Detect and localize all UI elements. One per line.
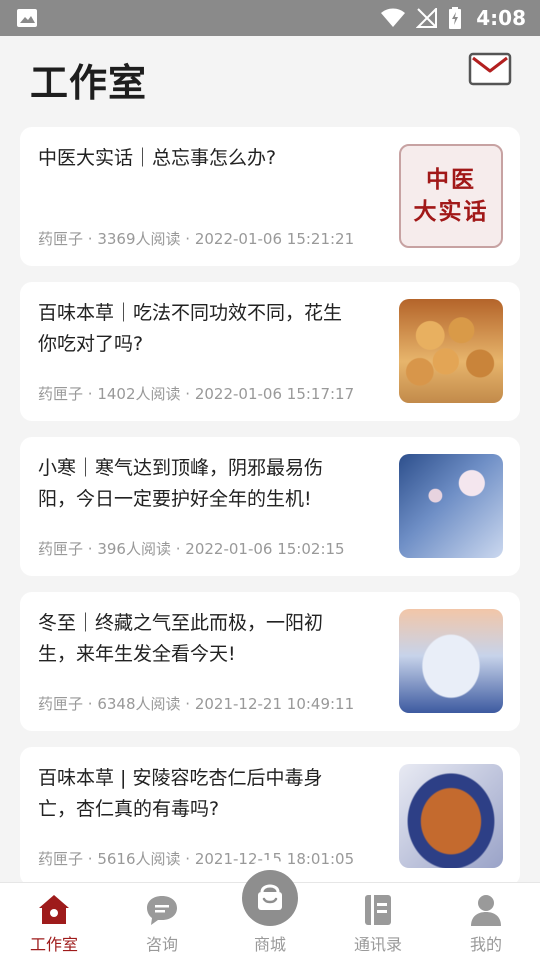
tab-label: 通讯录 bbox=[353, 935, 402, 954]
article-meta: 药匣子 · 396人阅读 · 2022-01-06 15:02:15 bbox=[38, 538, 345, 559]
tab-contacts[interactable]: 通讯录 bbox=[324, 883, 432, 960]
article-title: 小寒｜寒气达到顶峰，阴邪最易伤阳，今日一定要护好全年的生机! bbox=[38, 457, 324, 510]
thumbnail-text: 中医 大实话 bbox=[413, 166, 489, 225]
article-title: 中医大实话｜总忘事怎么办? bbox=[38, 147, 277, 169]
article-date: 2022-01-06 15:02:15 bbox=[185, 540, 345, 558]
article-reads: 6348人阅读 bbox=[97, 695, 181, 713]
article-title: 百味本草 | 安陵容吃杏仁后中毒身亡，杏仁真的有毒吗? bbox=[38, 767, 323, 820]
article-date: 2022-01-06 15:21:21 bbox=[194, 230, 355, 248]
tab-label: 我的 bbox=[469, 935, 502, 954]
article-author: 药匣子 bbox=[38, 850, 84, 868]
tab-label: 咨询 bbox=[145, 935, 178, 954]
no-signal-icon bbox=[416, 8, 438, 28]
article-thumbnail bbox=[399, 454, 503, 558]
article-author: 药匣子 bbox=[38, 230, 84, 248]
article-card[interactable]: 百味本草｜吃法不同功效不同，花生你吃对了吗? 药匣子 · 1402人阅读 · 2… bbox=[20, 282, 520, 421]
article-reads: 5616人阅读 bbox=[97, 850, 181, 868]
article-thumbnail: 中医 大实话 bbox=[399, 144, 503, 248]
meta-separator: · bbox=[180, 850, 195, 868]
meta-separator: · bbox=[180, 385, 195, 403]
meta-separator: · bbox=[180, 230, 195, 248]
article-author: 药匣子 bbox=[38, 385, 84, 403]
article-date: 2022-01-06 15:17:17 bbox=[194, 385, 355, 403]
home-icon bbox=[39, 895, 69, 924]
article-card[interactable]: 中医大实话｜总忘事怎么办? 药匣子 · 3369人阅读 · 2022-01-06… bbox=[20, 127, 520, 266]
shop-icon bbox=[258, 884, 282, 910]
page-header: 工作室 bbox=[0, 36, 540, 116]
mail-icon[interactable] bbox=[468, 52, 512, 86]
article-card[interactable]: 小寒｜寒气达到顶峰，阴邪最易伤阳，今日一定要护好全年的生机! 药匣子 · 396… bbox=[20, 437, 520, 576]
article-author: 药匣子 bbox=[38, 540, 84, 558]
article-reads: 3369人阅读 bbox=[97, 230, 181, 248]
contacts-icon bbox=[365, 895, 391, 925]
image-notification-icon bbox=[17, 9, 37, 27]
article-meta: 药匣子 · 5616人阅读 · 2021-12-15 18:01:05 bbox=[38, 848, 354, 869]
article-date: 2021-12-21 10:49:11 bbox=[194, 695, 355, 713]
article-author: 药匣子 bbox=[38, 695, 84, 713]
wifi-icon bbox=[381, 8, 406, 27]
chat-icon bbox=[147, 896, 177, 925]
article-reads: 396人阅读 bbox=[97, 540, 171, 558]
profile-icon bbox=[471, 895, 501, 926]
article-thumbnail bbox=[399, 609, 503, 713]
meta-separator: · bbox=[83, 540, 98, 558]
tab-label: 商城 bbox=[253, 935, 286, 954]
meta-separator: · bbox=[83, 385, 98, 403]
meta-separator: · bbox=[170, 540, 186, 558]
article-card[interactable]: 冬至｜终藏之气至此而极，一阳初生，来年生发全看今天! 药匣子 · 6348人阅读… bbox=[20, 592, 520, 731]
tab-consult[interactable]: 咨询 bbox=[108, 883, 216, 960]
article-meta: 药匣子 · 6348人阅读 · 2021-12-21 10:49:11 bbox=[38, 693, 354, 714]
article-reads: 1402人阅读 bbox=[97, 385, 181, 403]
meta-separator: · bbox=[180, 695, 195, 713]
tab-profile[interactable]: 我的 bbox=[432, 883, 540, 960]
status-time: 4:08 bbox=[476, 6, 526, 30]
meta-separator: · bbox=[83, 850, 98, 868]
meta-separator: · bbox=[83, 230, 98, 248]
tab-studio[interactable]: 工作室 bbox=[0, 883, 108, 960]
battery-charging-icon bbox=[449, 7, 462, 29]
tab-label: 工作室 bbox=[29, 935, 78, 954]
page-title: 工作室 bbox=[30, 60, 148, 105]
article-thumbnail bbox=[399, 299, 503, 403]
shop-center-button[interactable] bbox=[242, 870, 298, 926]
article-meta: 药匣子 · 1402人阅读 · 2022-01-06 15:17:17 bbox=[38, 383, 354, 404]
article-meta: 药匣子 · 3369人阅读 · 2022-01-06 15:21:21 bbox=[38, 228, 354, 249]
article-title: 冬至｜终藏之气至此而极，一阳初生，来年生发全看今天! bbox=[38, 612, 324, 665]
article-title: 百味本草｜吃法不同功效不同，花生你吃对了吗? bbox=[38, 302, 343, 355]
status-bar: 4:08 bbox=[0, 0, 540, 36]
meta-separator: · bbox=[83, 695, 98, 713]
article-thumbnail bbox=[399, 764, 503, 868]
